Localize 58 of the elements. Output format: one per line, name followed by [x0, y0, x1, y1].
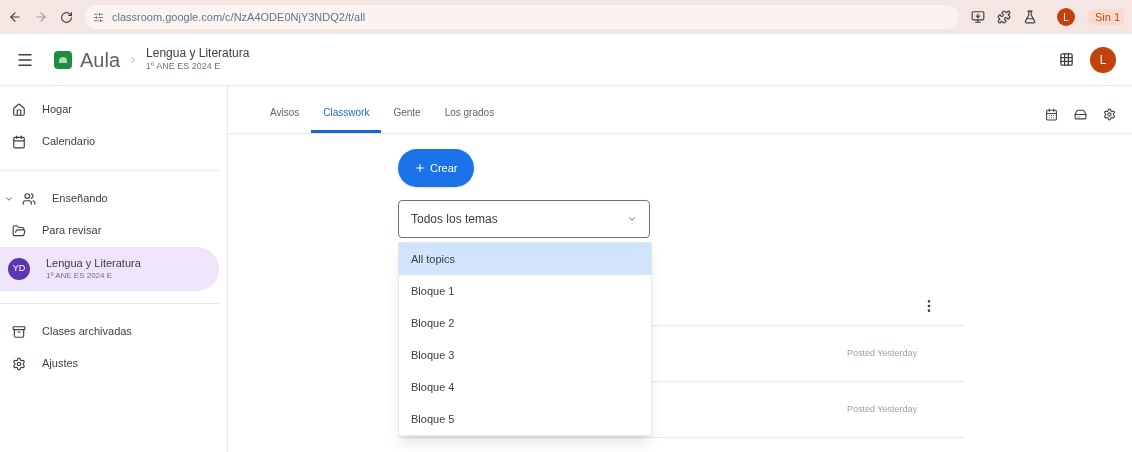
- sidebar-label: Enseñando: [52, 192, 108, 206]
- reload-icon[interactable]: [60, 10, 73, 24]
- sidebar-item[interactable]: Ajustes: [0, 348, 219, 380]
- dropdown-option[interactable]: Bloque 4: [399, 371, 651, 403]
- dropdown-option[interactable]: All topics: [399, 243, 651, 275]
- url-text: classroom.google.com/c/NzA4ODE0NjY3NDQ2/t/all: [112, 9, 366, 25]
- address-bar[interactable]: classroom.google.com/c/NzA4ODE0NjY3NDQ2/t/all: [85, 5, 959, 29]
- class-title[interactable]: Lengua y Literatura: [146, 46, 250, 62]
- profile-pill[interactable]: Sin 1: [1086, 8, 1124, 26]
- dropdown-option[interactable]: Bloque 2: [399, 307, 651, 339]
- class-avatar: YD: [8, 258, 30, 280]
- site-settings-icon[interactable]: [93, 11, 104, 23]
- topic-select[interactable]: Todos los temas: [398, 200, 650, 238]
- posted-date: Posted Yesterday: [846, 346, 917, 360]
- class-section: 1º ANE ES 2024 E: [146, 61, 250, 73]
- flask-icon[interactable]: [1022, 10, 1037, 24]
- sidebar-item[interactable]: Enseñando: [0, 183, 219, 215]
- tab[interactable]: Classwork: [311, 95, 382, 133]
- install-icon[interactable]: [970, 10, 985, 24]
- sidebar-label: Ajustes: [42, 357, 79, 371]
- sidebar-label: Clases archivadas: [42, 325, 132, 339]
- plus-icon: [414, 162, 426, 174]
- settings-icon[interactable]: [1103, 107, 1116, 121]
- teaching-icon: [22, 192, 36, 206]
- tab[interactable]: Avisos: [258, 95, 312, 133]
- puzzle-icon[interactable]: [996, 10, 1011, 24]
- sidebar-label: Para revisar: [42, 224, 102, 238]
- settings-icon: [12, 357, 26, 371]
- dropdown-option[interactable]: Bloque 1: [399, 275, 651, 307]
- calendar-icon[interactable]: [1045, 107, 1058, 121]
- classroom-logo-icon: [54, 50, 72, 69]
- tab[interactable]: Los grados: [432, 95, 507, 133]
- profile-avatar[interactable]: L: [1056, 8, 1075, 26]
- sidebar-item[interactable]: Calendario: [0, 126, 219, 158]
- sidebar-label: Lengua y Literatura: [46, 257, 141, 271]
- home-icon: [12, 103, 26, 117]
- dropdown-option[interactable]: Bloque 5: [399, 403, 651, 435]
- sidebar-label: Calendario: [42, 135, 96, 149]
- review-icon: [12, 224, 26, 238]
- back-icon[interactable]: [8, 10, 22, 24]
- sidebar-item[interactable]: Hogar: [0, 94, 219, 126]
- app-name[interactable]: Aula: [80, 44, 121, 75]
- drive-icon[interactable]: [1074, 107, 1087, 121]
- create-button[interactable]: Crear: [398, 149, 474, 187]
- posted-date: Posted Yesterday: [846, 402, 917, 416]
- dropdown-caret-icon: [627, 214, 637, 224]
- tab[interactable]: Gente: [381, 95, 433, 133]
- sidebar-item[interactable]: Clases archivadas: [0, 316, 219, 348]
- sidebar-label: Hogar: [42, 103, 72, 117]
- sidebar-sublabel: 1º ANE ES 2024 E: [46, 270, 114, 281]
- sidebar-item[interactable]: Para revisar: [0, 215, 219, 247]
- apps-icon[interactable]: [1059, 52, 1074, 67]
- account-avatar[interactable]: L: [1090, 46, 1116, 73]
- archive-icon: [12, 325, 26, 339]
- collapse-caret-icon[interactable]: [4, 194, 14, 204]
- calendar-icon: [12, 135, 26, 149]
- dropdown-option[interactable]: Bloque 3: [399, 339, 651, 371]
- sidebar-item[interactable]: YD Lengua y Literatura 1º ANE ES 2024 E: [0, 247, 219, 291]
